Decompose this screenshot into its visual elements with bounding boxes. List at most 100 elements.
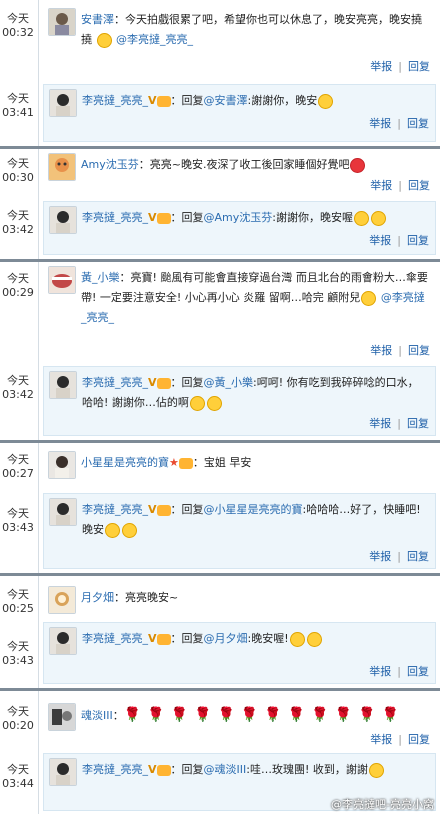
sleepy-emoticon-icon (96, 32, 112, 48)
reply-card: 李亮撻_亮亮_V ：回复@安書澤:謝謝你，晚安 举报 | 回复 (43, 84, 436, 142)
mention-link[interactable]: @魂淡III (204, 763, 247, 776)
avatar[interactable] (49, 498, 77, 526)
post-username[interactable]: 安書澤 (81, 13, 114, 26)
post-text: 安書澤：今天拍戲很累了吧，希望你也可以休息了，晚安亮亮，晚安撓撓 @李亮撻_亮亮… (81, 13, 422, 48)
crown-badge-icon (156, 764, 171, 776)
verified-badge-icon: V (148, 632, 157, 645)
crown-badge-icon (156, 95, 171, 107)
timeline-line (38, 149, 39, 259)
reply-username[interactable]: 李亮撻_亮亮_ (82, 763, 148, 776)
post-username[interactable]: 黃_小樂 (81, 271, 120, 284)
rose-icon: 🌹 (240, 707, 259, 723)
report-link[interactable]: 举报 (369, 117, 391, 130)
rose-row: 🌹 🌹 🌹 🌹 🌹 🌹 🌹 🌹 🌹 🌹 🌹 🌹 (123, 707, 405, 723)
reply-username[interactable]: 李亮撻_亮亮_ (82, 503, 148, 516)
rose-icon: 🌹 (123, 707, 142, 723)
reply-actions: 举报 | 回复 (369, 117, 429, 130)
crown-badge-icon (156, 504, 171, 516)
crown-badge-icon (156, 212, 171, 224)
reply-link[interactable]: 回复 (407, 665, 429, 678)
mention-link[interactable]: @安書澤 (204, 94, 248, 107)
report-link[interactable]: 举报 (370, 733, 392, 746)
avatar[interactable] (48, 586, 76, 614)
post-text: 小星星是亮亮的寶★ ：宝姐 早安 (81, 456, 252, 469)
mention-link[interactable]: @月夕畑 (204, 632, 248, 645)
surprised-emoticon-icon (122, 522, 137, 538)
rose-icon: 🌹 (381, 707, 399, 723)
reply-link[interactable]: 回复 (408, 60, 430, 73)
crown-badge-icon (156, 377, 171, 389)
smile-emoticon-icon (318, 93, 334, 109)
report-link[interactable]: 举报 (369, 550, 391, 563)
mention-link[interactable]: @Amy沈玉芬 (204, 211, 273, 224)
reply-username[interactable]: 李亮撻_亮亮_ (82, 376, 148, 389)
post-card: 小星星是亮亮的寶★ ：宝姐 早安 (43, 447, 436, 487)
post-username[interactable]: 月夕畑 (81, 591, 114, 604)
reply-link[interactable]: 回复 (407, 117, 429, 130)
verified-badge-icon: V (148, 763, 157, 776)
avatar[interactable] (49, 89, 77, 117)
mention-link[interactable]: @小星星是亮亮的寶 (204, 503, 303, 516)
avatar[interactable] (48, 153, 76, 181)
post-username[interactable]: Amy沈玉芬 (81, 158, 139, 171)
post-timestamp: 今天 00:29 (2, 272, 34, 299)
mention-link[interactable]: @李亮撻_亮亮_ (116, 33, 193, 46)
post-card: 黃_小樂：亮寶! 颱風有可能會直接穿過台灣 而且北台的雨會粉大…傘要帶! 一定要… (43, 262, 436, 362)
reply-link[interactable]: 回复 (408, 179, 430, 192)
post-username[interactable]: 小星星是亮亮的寶 (81, 456, 169, 469)
mention-link[interactable]: @黃_小樂 (204, 376, 254, 389)
rose-icon: 🌹 (358, 707, 376, 723)
reply-card: 李亮撻_亮亮_V ：回复@黃_小樂:呵呵! 你有吃到我碎碎唸的口水，哈哈! 謝謝你… (43, 366, 436, 436)
thread-4: 今天 00:27 小星星是亮亮的寶★ ：宝姐 早安 今天 03:43 李亮撻_亮亮_V… (0, 443, 440, 573)
post-card: 安書澤：今天拍戲很累了吧，希望你也可以休息了，晚安亮亮，晚安撓撓 @李亮撻_亮亮… (43, 4, 436, 80)
avatar[interactable] (48, 8, 76, 36)
reply-link[interactable]: 回复 (407, 550, 429, 563)
reply-text: 李亮撻_亮亮_V ：回复@Amy沈玉芬:謝謝你，晚安喔 (82, 208, 429, 228)
timeline-line (38, 691, 39, 814)
reply-link[interactable]: 回复 (408, 344, 430, 357)
verified-badge-icon: V (148, 211, 157, 224)
avatar[interactable] (49, 371, 77, 399)
laugh-emoticon-icon (189, 395, 205, 411)
sleepy-emoticon-icon (353, 210, 369, 226)
reply-timestamp: 今天 03:43 (2, 640, 34, 667)
reply-link[interactable]: 回复 (407, 417, 429, 430)
reply-text: 李亮撻_亮亮_V ：回复@黃_小樂:呵呵! 你有吃到我碎碎唸的口水，哈哈! 謝謝你… (82, 376, 419, 411)
reply-card: 李亮撻_亮亮_V ：回复@月夕畑:晚安喔! 举报 | 回复 (43, 622, 436, 684)
post-timestamp: 今天 00:27 (2, 453, 34, 480)
reply-link[interactable]: 回复 (408, 733, 430, 746)
post-text: Amy沈玉芬：亮亮~晚安.夜深了收工後回家睡個好覺吧 (81, 155, 430, 175)
avatar[interactable] (49, 758, 77, 786)
avatar[interactable] (49, 627, 77, 655)
reply-timestamp: 今天 03:44 (2, 763, 34, 790)
reply-timestamp: 今天 03:42 (2, 209, 34, 236)
avatar[interactable] (48, 703, 76, 731)
avatar[interactable] (48, 266, 76, 294)
report-link[interactable]: 举报 (369, 417, 391, 430)
report-link[interactable]: 举报 (370, 344, 392, 357)
post-actions: 举报 | 回复 (370, 344, 430, 357)
heart-icon (350, 157, 366, 173)
report-link[interactable]: 举报 (369, 234, 391, 247)
report-link[interactable]: 举报 (369, 665, 391, 678)
timeline-line (38, 443, 39, 573)
avatar[interactable] (48, 451, 76, 479)
rose-icon: 🌹 (334, 707, 353, 723)
post-card: 月夕畑：亮亮晚安~ (43, 582, 436, 618)
smile-emoticon-icon (368, 762, 384, 778)
post-card: Amy沈玉芬：亮亮~晚安.夜深了收工後回家睡個好覺吧 举报 | 回复 (43, 149, 436, 197)
avatar[interactable] (49, 206, 77, 234)
rose-icon: 🌹 (264, 707, 282, 723)
sleepy-emoticon-icon (370, 210, 386, 226)
reply-username[interactable]: 李亮撻_亮亮_ (82, 94, 148, 107)
reply-username[interactable]: 李亮撻_亮亮_ (82, 632, 148, 645)
report-link[interactable]: 举报 (370, 179, 392, 192)
reply-link[interactable]: 回复 (407, 234, 429, 247)
rose-icon: 🌹 (217, 707, 235, 723)
post-text: 魂淡III：🌹 🌹 🌹 🌹 🌹 🌹 🌹 🌹 🌹 🌹 🌹 🌹 (81, 705, 430, 726)
reply-username[interactable]: 李亮撻_亮亮_ (82, 211, 148, 224)
timeline-line (38, 262, 39, 440)
post-actions: 举报 | 回复 (370, 179, 430, 192)
report-link[interactable]: 举报 (370, 60, 392, 73)
post-username[interactable]: 魂淡III (81, 709, 113, 722)
